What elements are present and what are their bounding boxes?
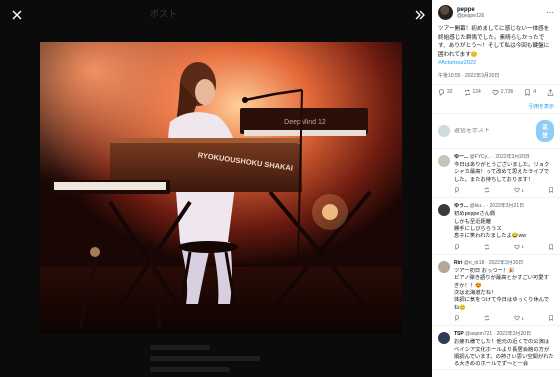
- list-item[interactable]: Riri @ri_rir18 · 2022年3月20日 ツアー初日 おっつー！🎉…: [432, 255, 560, 327]
- bookmark-count: 4: [533, 89, 537, 96]
- reply-author-name[interactable]: ゆう...: [454, 203, 468, 209]
- reply-author-name[interactable]: ゆー...: [454, 154, 468, 160]
- like-stat[interactable]: 2,736: [492, 89, 514, 96]
- reply-list: ゆー... @FYCy... · 2022年3月20日 今日はありがとうございま…: [432, 149, 560, 370]
- repost-icon[interactable]: [484, 244, 490, 250]
- avatar[interactable]: [438, 260, 450, 273]
- list-item[interactable]: ゆう... @kiu... · 2022年3月21日 初めpeppeさん側 しか…: [432, 198, 560, 255]
- reply-author-name[interactable]: Riri: [454, 260, 462, 266]
- heart-icon[interactable]: 1: [514, 315, 524, 321]
- reply-date[interactable]: · 2022年3月21日: [487, 203, 525, 209]
- bookmark-stat[interactable]: 4: [524, 89, 536, 96]
- reply-text: 初めpeppeさん側 しかも至近距離 勝手にしびららうス 息子に笑われたましたよ…: [454, 211, 527, 240]
- avatar[interactable]: [438, 5, 453, 20]
- post-stats-bar: 32 124 2,736 4: [432, 85, 560, 100]
- more-options-icon[interactable]: ⋯: [546, 8, 554, 17]
- share-icon: [547, 89, 554, 96]
- reply-input[interactable]: [454, 127, 532, 134]
- reply-actions: 1: [454, 184, 554, 197]
- reply-stat[interactable]: 32: [438, 89, 453, 96]
- display-name[interactable]: peppe: [457, 7, 484, 13]
- close-icon[interactable]: [6, 4, 28, 26]
- repost-icon[interactable]: [484, 315, 490, 321]
- post-main: peppe @peppe126 ⋯ ツアー開幕！初めましてに感じない一体感を終始…: [432, 0, 560, 79]
- reply-text: ツアー初日 おっつー！🎉 ピアノ弾き語りが最高とかすごい可愛すぎか！！😍 次は北…: [454, 267, 550, 311]
- reply-text: お疲れ様でした！他元の近くでの公演はベイシア文化ホールより長居会館の方が順調んで…: [454, 339, 554, 368]
- post-author[interactable]: peppe @peppe126 ⋯: [438, 5, 554, 20]
- reply-text: 今日はありがとうございました。リョクシャカ最高！って改めて思えたライブでした。ま…: [454, 161, 550, 183]
- like-count: 1: [521, 244, 524, 250]
- bookmark-icon[interactable]: [548, 315, 554, 322]
- heart-icon[interactable]: 1: [514, 187, 524, 193]
- reply-date[interactable]: · 2022年3月20日: [486, 260, 524, 266]
- reply-button[interactable]: 返信: [536, 119, 554, 142]
- ghost-text-line: [150, 356, 260, 361]
- list-item[interactable]: TSP @aspon721 · 2022年3月20日 お疲れ様でした！他元の近く…: [432, 326, 560, 370]
- reply-author-handle[interactable]: @aspon721: [465, 331, 492, 337]
- reply-composer: 返信: [432, 114, 560, 149]
- bookmark-icon: [525, 89, 530, 96]
- bookmark-icon[interactable]: [548, 187, 554, 194]
- like-count: 1: [521, 187, 524, 193]
- heart-icon: [492, 89, 499, 96]
- reply-actions: 1: [454, 241, 554, 254]
- reply-count: 32: [447, 89, 453, 96]
- heart-icon[interactable]: 1: [514, 244, 524, 250]
- avatar[interactable]: [438, 204, 450, 217]
- ghost-text-line: [150, 345, 210, 350]
- concert-photo[interactable]: DeepMind 12 RYOKUOUSHOKU SHAKAI: [40, 42, 402, 333]
- reply-date[interactable]: · 2022年3月20日: [494, 331, 532, 337]
- share-stat[interactable]: [547, 89, 554, 96]
- reply-icon[interactable]: [454, 244, 460, 250]
- media-viewer: ポスト DeepMind 12 RYOKUOUSHOKU SHAKAI: [0, 0, 432, 377]
- repost-stat[interactable]: 124: [464, 89, 481, 96]
- post-timestamp[interactable]: 午後10:55 · 2022年3月20日: [438, 72, 554, 79]
- synth-model-label: DeepMind 12: [284, 119, 326, 126]
- ghost-text-line: [150, 367, 230, 372]
- like-count: 2,736: [500, 89, 514, 96]
- related-link[interactable]: 引用を表示: [432, 100, 560, 113]
- repost-count: 124: [472, 89, 481, 96]
- avatar[interactable]: [438, 154, 450, 167]
- reply-actions: 1: [454, 312, 554, 325]
- chevron-double-right-icon[interactable]: [409, 4, 431, 26]
- post-body: ツアー開幕！初めましてに感じない一体感を終始感じた群馬でした。素晴らしかったです…: [438, 26, 550, 58]
- reply-author-handle[interactable]: @ri_rir18: [464, 260, 485, 266]
- repost-icon: [464, 89, 470, 96]
- reply-date[interactable]: · 2022年3月20日: [492, 154, 530, 160]
- avatar: [438, 124, 450, 137]
- reply-icon[interactable]: [454, 315, 460, 322]
- hashtag-link[interactable]: #Actortour2022: [438, 59, 554, 68]
- bookmark-icon[interactable]: [548, 244, 554, 250]
- ghost-tab-label: ポスト: [150, 9, 178, 19]
- avatar[interactable]: [438, 332, 450, 345]
- reply-author-handle[interactable]: @FYCy...: [470, 154, 491, 160]
- repost-icon[interactable]: [484, 187, 490, 193]
- post-detail-panel: peppe @peppe126 ⋯ ツアー開幕！初めましてに感じない一体感を終始…: [432, 0, 560, 377]
- user-handle[interactable]: @peppe126: [457, 13, 484, 19]
- list-item[interactable]: ゆー... @FYCy... · 2022年3月20日 今日はありがとうございま…: [432, 149, 560, 199]
- reply-author-name[interactable]: TSP: [454, 331, 464, 337]
- reply-icon: [439, 89, 444, 96]
- reply-author-handle[interactable]: @kiu...: [470, 203, 486, 209]
- reply-icon[interactable]: [454, 187, 460, 194]
- like-count: 1: [521, 315, 524, 321]
